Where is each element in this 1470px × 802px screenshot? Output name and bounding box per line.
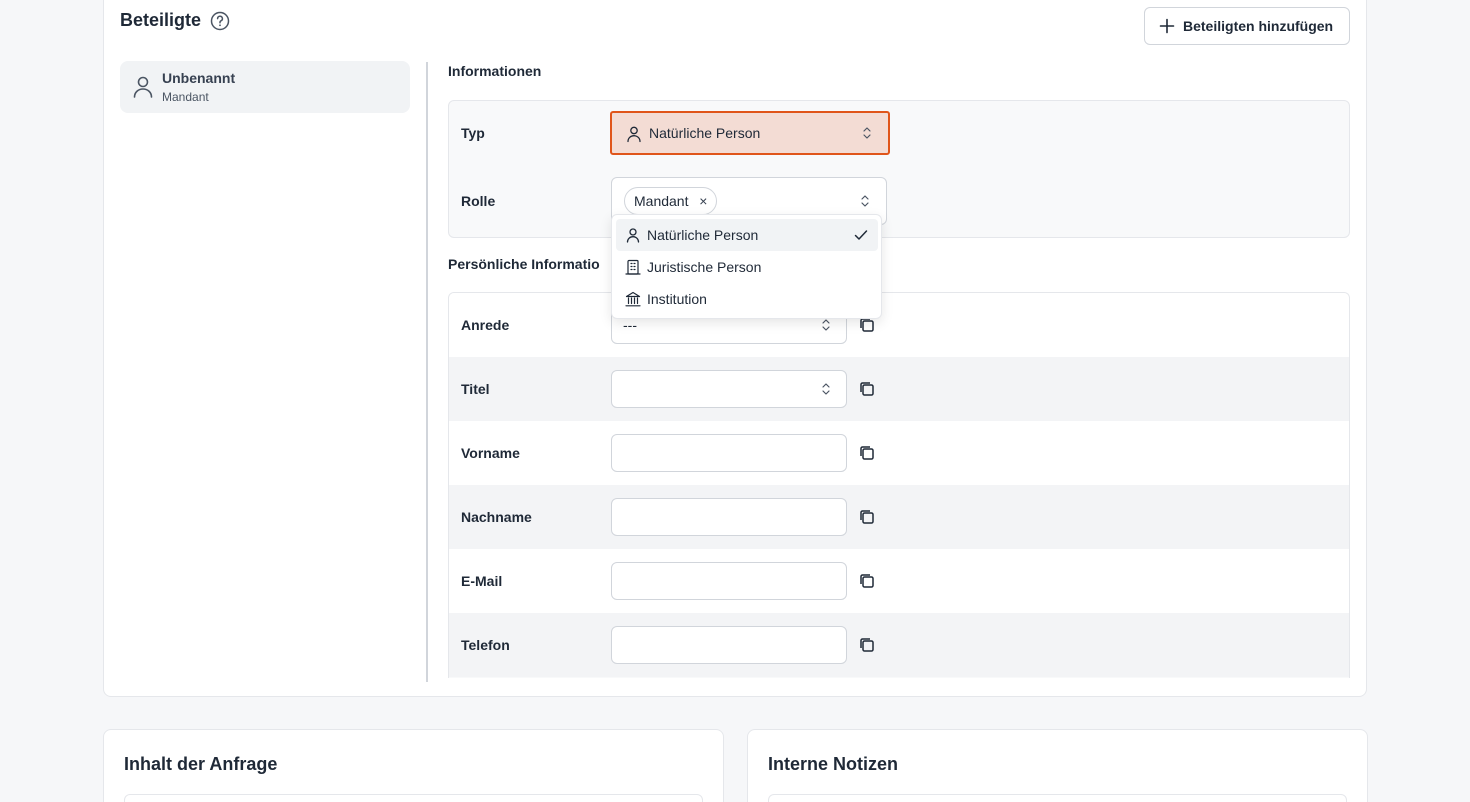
internal-notes-card: Interne Notizen <box>747 729 1368 802</box>
request-content-field[interactable] <box>124 794 703 802</box>
personal-info-title: Persönliche Informatio <box>448 256 600 272</box>
form-row: Telefon <box>449 613 1349 677</box>
check-icon <box>854 230 868 240</box>
rolle-chip: Mandant × <box>624 187 718 215</box>
form-row: E-Mail <box>449 549 1349 613</box>
plus-icon <box>1159 18 1175 34</box>
building-icon <box>625 259 641 275</box>
copy-icon[interactable] <box>858 444 876 462</box>
institution-icon <box>625 291 641 307</box>
chevron-up-down-icon <box>861 195 869 207</box>
vorname-input[interactable] <box>611 434 847 472</box>
rolle-chip-label: Mandant <box>634 193 689 209</box>
add-participant-label: Beteiligten hinzufügen <box>1183 18 1334 34</box>
copy-icon[interactable] <box>858 636 876 654</box>
participant-role: Mandant <box>162 90 209 104</box>
form-row: Anrede --- <box>449 293 1349 357</box>
anrede-label: Anrede <box>461 317 510 333</box>
nachname-label: Nachname <box>461 509 532 525</box>
titel-select[interactable] <box>611 370 847 408</box>
internal-notes-title: Interne Notizen <box>768 754 899 774</box>
informationen-title: Informationen <box>448 63 542 79</box>
form-row: Titel <box>449 357 1349 421</box>
titel-label: Titel <box>461 381 490 397</box>
help-icon[interactable] <box>210 11 230 31</box>
dropdown-option-label: Natürliche Person <box>647 227 759 243</box>
add-participant-button[interactable]: Beteiligten hinzufügen <box>1144 7 1350 45</box>
dropdown-option-natuerliche-person[interactable]: Natürliche Person <box>616 219 878 251</box>
form-row: Vorname <box>449 421 1349 485</box>
email-input[interactable] <box>611 562 847 600</box>
dropdown-option-institution[interactable]: Institution <box>616 283 878 315</box>
copy-icon[interactable] <box>858 572 876 590</box>
typ-dropdown-menu: Natürliche Person Juristische Person Ins… <box>611 214 882 319</box>
person-icon <box>627 126 641 143</box>
internal-notes-field[interactable] <box>768 794 1347 802</box>
typ-label: Typ <box>461 125 485 141</box>
person-icon <box>626 228 640 243</box>
request-content-card: Inhalt der Anfrage <box>103 729 724 802</box>
vertical-divider <box>426 62 428 682</box>
typ-value: Natürliche Person <box>649 125 761 141</box>
nachname-input[interactable] <box>611 498 847 536</box>
email-label: E-Mail <box>461 573 503 589</box>
vorname-label: Vorname <box>461 445 520 461</box>
chevron-up-down-icon <box>822 319 830 331</box>
chip-remove-icon[interactable]: × <box>699 188 707 214</box>
participant-item[interactable]: Unbenannt Mandant <box>120 61 410 113</box>
chevron-up-down-icon <box>822 383 830 395</box>
chevron-up-down-icon <box>863 127 871 139</box>
typ-select[interactable]: Natürliche Person <box>610 111 890 155</box>
dropdown-option-juristische-person[interactable]: Juristische Person <box>616 251 878 283</box>
personal-info-panel: Anrede --- Titel Vorname Nachname E-Mail… <box>448 292 1350 678</box>
participant-name: Unbenannt <box>162 70 236 86</box>
rolle-label: Rolle <box>461 193 496 209</box>
telefon-label: Telefon <box>461 637 510 653</box>
dropdown-option-label: Juristische Person <box>647 259 762 275</box>
section-title: Beteiligte <box>120 10 202 30</box>
copy-icon[interactable] <box>858 508 876 526</box>
person-icon <box>133 76 153 98</box>
telefon-input[interactable] <box>611 626 847 664</box>
copy-icon[interactable] <box>858 380 876 398</box>
request-content-title: Inhalt der Anfrage <box>124 754 278 774</box>
dropdown-option-label: Institution <box>647 291 707 307</box>
form-row: Nachname <box>449 485 1349 549</box>
informationen-panel: Typ Natürliche Person Rolle Mandant × <box>448 100 1350 238</box>
